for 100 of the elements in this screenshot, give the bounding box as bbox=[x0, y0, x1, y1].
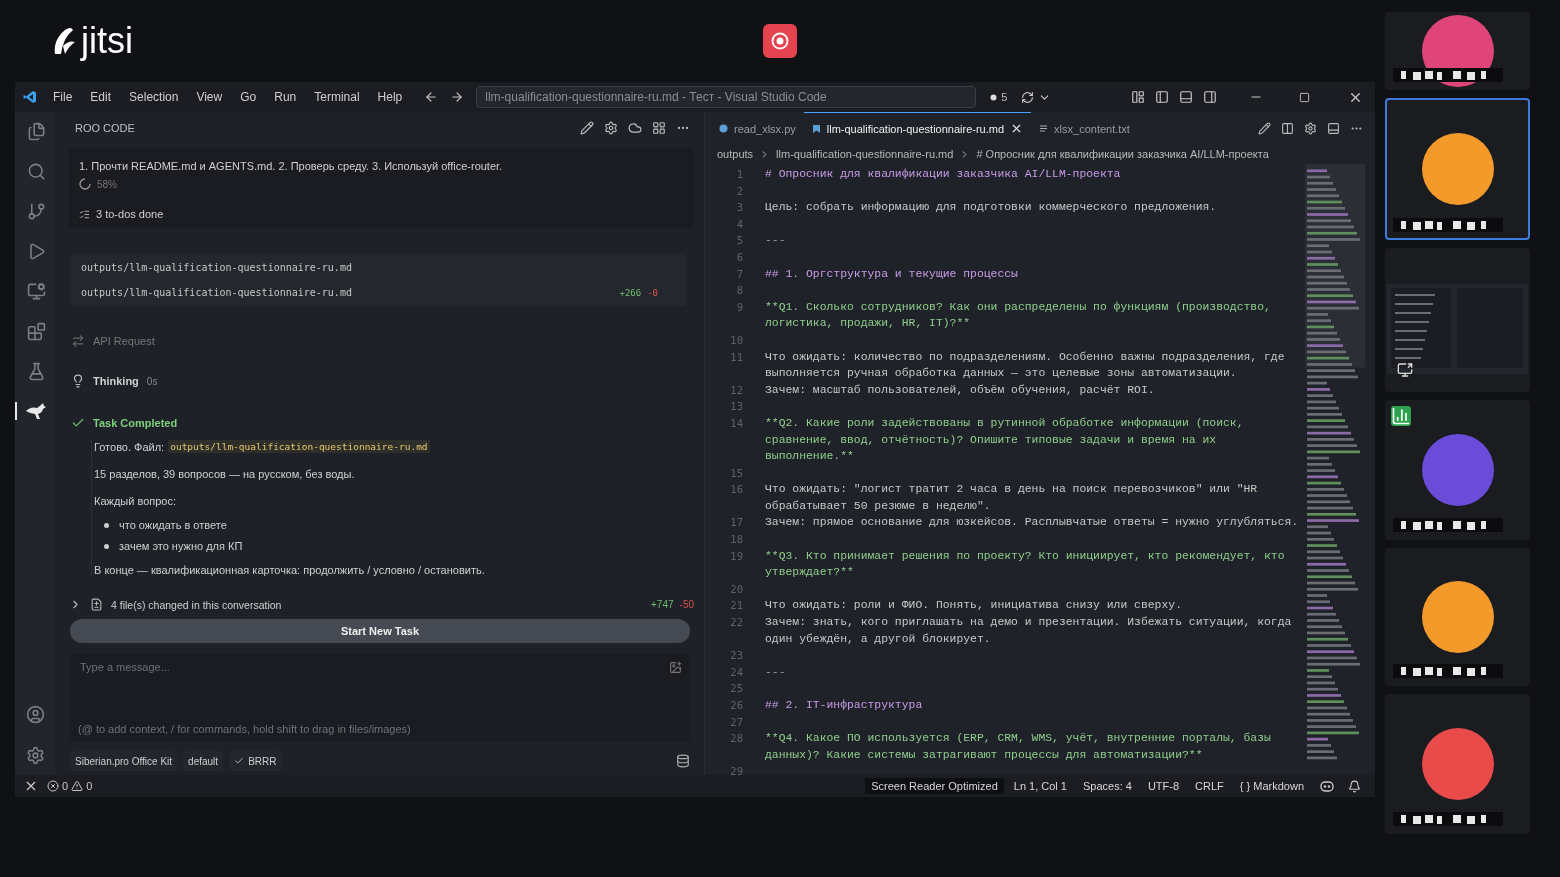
breadcrumb-item[interactable]: llm-qualification-questionnaire-ru.md bbox=[776, 148, 954, 160]
line-number: 7 bbox=[735, 266, 743, 282]
menu-item[interactable]: View bbox=[190, 90, 229, 104]
code-line: **Q2. Какие роли задействованы в рутинной обработке информации (поиск, сравнение, ввод, отчётность)? Опишите типовые задачи и время на их выполнение.** bbox=[765, 415, 1245, 465]
menu-item[interactable]: Terminal bbox=[308, 90, 366, 104]
menu-item[interactable]: File bbox=[47, 90, 79, 104]
participant-tile[interactable] bbox=[1385, 694, 1530, 834]
notifications-icon[interactable] bbox=[1348, 779, 1361, 793]
file-diff-icon bbox=[90, 598, 103, 611]
error-count[interactable]: 0 bbox=[62, 780, 69, 792]
line-number: 4 bbox=[735, 216, 743, 232]
file-path[interactable]: outputs/llm-qualification-questionnaire-ru.md bbox=[81, 262, 352, 273]
add-image-icon[interactable] bbox=[669, 661, 682, 674]
changes-label[interactable]: 4 file(s) changed in this conversation bbox=[111, 598, 282, 611]
line-number: 2 bbox=[735, 183, 743, 199]
participant-tile[interactable] bbox=[1385, 248, 1530, 392]
line-number: 14 bbox=[729, 415, 743, 431]
participant-tile[interactable] bbox=[1385, 12, 1530, 90]
participant-tile[interactable] bbox=[1385, 400, 1530, 540]
line-number: 11 bbox=[729, 349, 743, 365]
error-icon bbox=[47, 780, 59, 792]
selector-chip[interactable]: default bbox=[183, 751, 224, 771]
removed-count: -0 bbox=[647, 287, 658, 298]
app-icon bbox=[23, 90, 37, 104]
line-number: 20 bbox=[729, 581, 743, 597]
settings-icon[interactable] bbox=[25, 746, 45, 765]
pencil-icon[interactable] bbox=[580, 121, 594, 135]
app-logo-text: jitsi bbox=[81, 20, 133, 62]
gear-icon[interactable] bbox=[1304, 121, 1317, 135]
status-item[interactable]: { } Markdown bbox=[1233, 778, 1310, 794]
editor-tab[interactable]: xlsx_content.txt bbox=[1031, 112, 1138, 144]
status-item[interactable]: UTF-8 bbox=[1141, 778, 1186, 794]
code-line: # Опросник для квалификации заказчика AI/LLM-проекта bbox=[765, 167, 1122, 182]
maximize-icon[interactable] bbox=[1299, 91, 1310, 103]
pencil-icon[interactable] bbox=[1258, 121, 1271, 135]
code-line: **Q1. Сколько сотрудников? Как они распределены по функциям (производство, логистика, продажи, HR, IT)?** bbox=[765, 299, 1272, 332]
file-type-icon bbox=[811, 123, 821, 134]
sidebar-toggle-icon[interactable] bbox=[1155, 90, 1169, 104]
split-icon[interactable] bbox=[1281, 121, 1294, 135]
start-new-task-button[interactable]: Start New Task bbox=[70, 619, 690, 643]
participant-tile[interactable] bbox=[1385, 98, 1530, 240]
menu-item[interactable]: Edit bbox=[84, 90, 118, 104]
code-line: Зачем: знать, кого приглашать на демо и презентации. Избежать ситуации, когда один убеждён, а другой блокирует. bbox=[765, 615, 1293, 647]
panel-toggle-icon[interactable] bbox=[1179, 90, 1193, 104]
selector-chip[interactable]: BRRR bbox=[229, 751, 282, 771]
cloud-icon[interactable] bbox=[628, 121, 642, 135]
line-number: 29 bbox=[729, 764, 743, 775]
warning-count[interactable]: 0 bbox=[86, 780, 93, 792]
participant-tile[interactable] bbox=[1385, 548, 1530, 686]
bullet-item: что ожидать в ответе bbox=[119, 518, 227, 532]
thinking-time: 0s bbox=[146, 375, 158, 387]
status-item[interactable]: Screen Reader Optimized bbox=[865, 778, 1004, 794]
dot-icon bbox=[990, 93, 998, 101]
code-line: Зачем: прямое основание для юзкейсов. Расплывчатые ответы = нужно углубляться. bbox=[765, 515, 1300, 531]
added-count: +266 bbox=[619, 287, 642, 298]
menu-item[interactable]: Selection bbox=[123, 90, 185, 104]
editor-tab[interactable]: read_xlsx.py bbox=[711, 112, 804, 144]
selector-chip[interactable]: Siberian.pro Office Kit bbox=[70, 751, 178, 771]
sync-icon[interactable] bbox=[1021, 90, 1035, 104]
breadcrumb-item[interactable]: # Опросник для квалификации заказчика AI/LLM-проекта bbox=[976, 148, 1269, 160]
menu-item[interactable]: Go bbox=[234, 90, 263, 104]
search-icon bbox=[26, 162, 46, 181]
copilot-icon[interactable] bbox=[1320, 780, 1334, 792]
code-line: **Q4. Какое ПО используется (ERP, CRM, WMS, учёт, внутренние порталы, базы данных)? Какие системы затрагивают процессы для автоматизации?** bbox=[765, 731, 1272, 763]
menu-item[interactable]: Help bbox=[371, 90, 409, 104]
file-path[interactable]: outputs/llm-qualification-questionnaire-ru.md bbox=[81, 287, 352, 298]
back-icon[interactable] bbox=[424, 90, 439, 104]
forward-icon[interactable] bbox=[450, 90, 465, 104]
message-field[interactable]: Type a message... bbox=[78, 659, 682, 689]
recording-button[interactable] bbox=[763, 24, 797, 58]
file-path[interactable]: outputs/llm-qualification-questionnaire-ru.md bbox=[168, 440, 430, 453]
message-input[interactable]: Type a message... (@ to add context, / for commands, hold shift to drag in files/images) bbox=[70, 653, 690, 741]
line-number: 21 bbox=[729, 598, 743, 614]
checklist-icon bbox=[79, 208, 90, 220]
grid-icon[interactable] bbox=[652, 121, 666, 135]
layout-icon[interactable] bbox=[1131, 90, 1145, 104]
panel-icon[interactable] bbox=[1327, 121, 1340, 135]
code-line: Что ожидать: роли и ФИО. Понять, инициатива снизу или сверху. bbox=[765, 598, 1183, 614]
check-icon bbox=[71, 416, 85, 430]
summary-text: 15 разделов, 39 вопросов — на русском, без воды. bbox=[94, 468, 356, 480]
code-line: --- bbox=[765, 664, 787, 680]
api-request-label[interactable]: API Request bbox=[93, 335, 155, 347]
thinking-label[interactable]: Thinking bbox=[93, 375, 139, 387]
todos-text: 3 to-dos done bbox=[96, 208, 164, 220]
line-number: 23 bbox=[729, 648, 743, 664]
database-icon[interactable] bbox=[676, 754, 690, 768]
status-item[interactable]: Spaces: 4 bbox=[1076, 778, 1138, 794]
settings-icon[interactable] bbox=[604, 121, 618, 135]
editor-tab[interactable]: llm-qualification-questionnaire-ru.md bbox=[803, 112, 1032, 144]
status-item[interactable]: Ln 1, Col 1 bbox=[1007, 778, 1073, 794]
command-center[interactable]: llm-qualification-questionnaire-ru.md - Тест - Visual Studio Code bbox=[476, 86, 977, 108]
breadcrumb-item[interactable]: outputs bbox=[717, 148, 754, 160]
code-line: Цель: собрать информацию для подготовки коммерческого предложения. bbox=[765, 200, 1218, 216]
task-text: 1. Прочти README.md и AGENTS.md. 2. Проверь среду. 3. Используй office-router. bbox=[79, 160, 504, 172]
account-icon[interactable] bbox=[25, 705, 45, 724]
added-count: +747 bbox=[651, 599, 674, 610]
menu-item[interactable]: Run bbox=[268, 90, 303, 104]
status-item[interactable]: CRLF bbox=[1189, 778, 1230, 794]
line-number: 18 bbox=[729, 532, 743, 548]
secondary-sidebar-icon[interactable] bbox=[1203, 90, 1217, 104]
